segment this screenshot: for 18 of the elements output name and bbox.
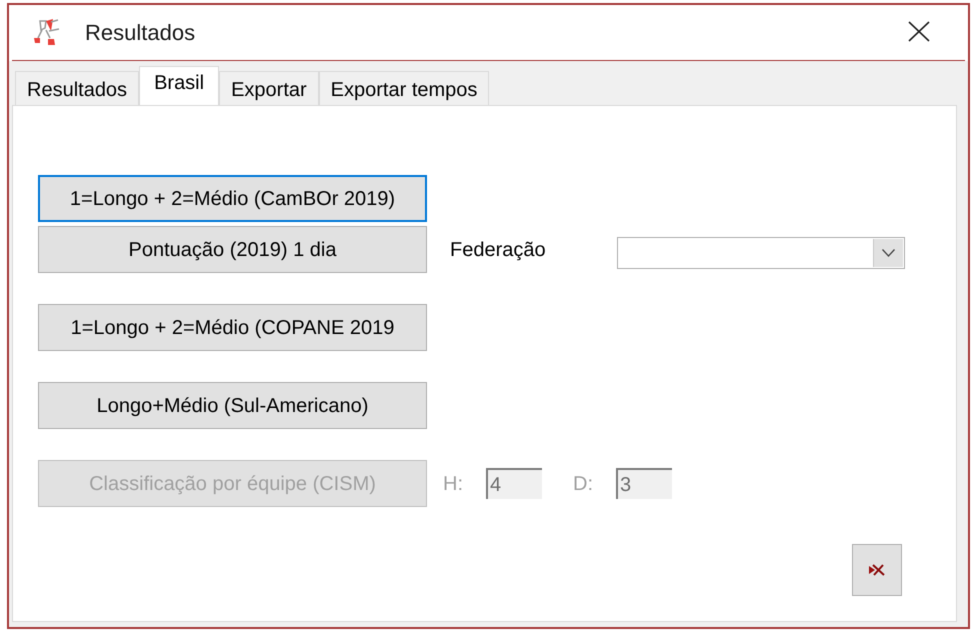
tab[interactable]: Brasil	[139, 66, 220, 105]
tab[interactable]: Exportar	[219, 71, 319, 105]
close-icon[interactable]	[908, 21, 930, 42]
action-button[interactable]: 1=Longo + 2=Médio (COPANE 2019	[38, 304, 427, 351]
field-label: D:	[573, 474, 594, 494]
chevron-down-icon	[882, 248, 895, 256]
federation-label: Federação	[450, 240, 547, 260]
window-title: Resultados	[85, 22, 196, 44]
action-button[interactable]: Pontuação (2019) 1 dia	[38, 226, 427, 273]
exit-button[interactable]	[852, 544, 902, 596]
action-button[interactable]: Longo+Médio (Sul-Americano)	[38, 382, 427, 429]
arrow-cross-icon	[869, 564, 885, 576]
tab[interactable]: Exportar tempos	[318, 71, 490, 105]
tab[interactable]: Resultados	[15, 71, 140, 105]
action-button[interactable]: 1=Longo + 2=Médio (CamBOr 2019)	[38, 175, 427, 222]
runner-icon	[32, 18, 62, 48]
field-label: H:	[443, 474, 464, 494]
dropdown-button[interactable]	[873, 238, 903, 266]
